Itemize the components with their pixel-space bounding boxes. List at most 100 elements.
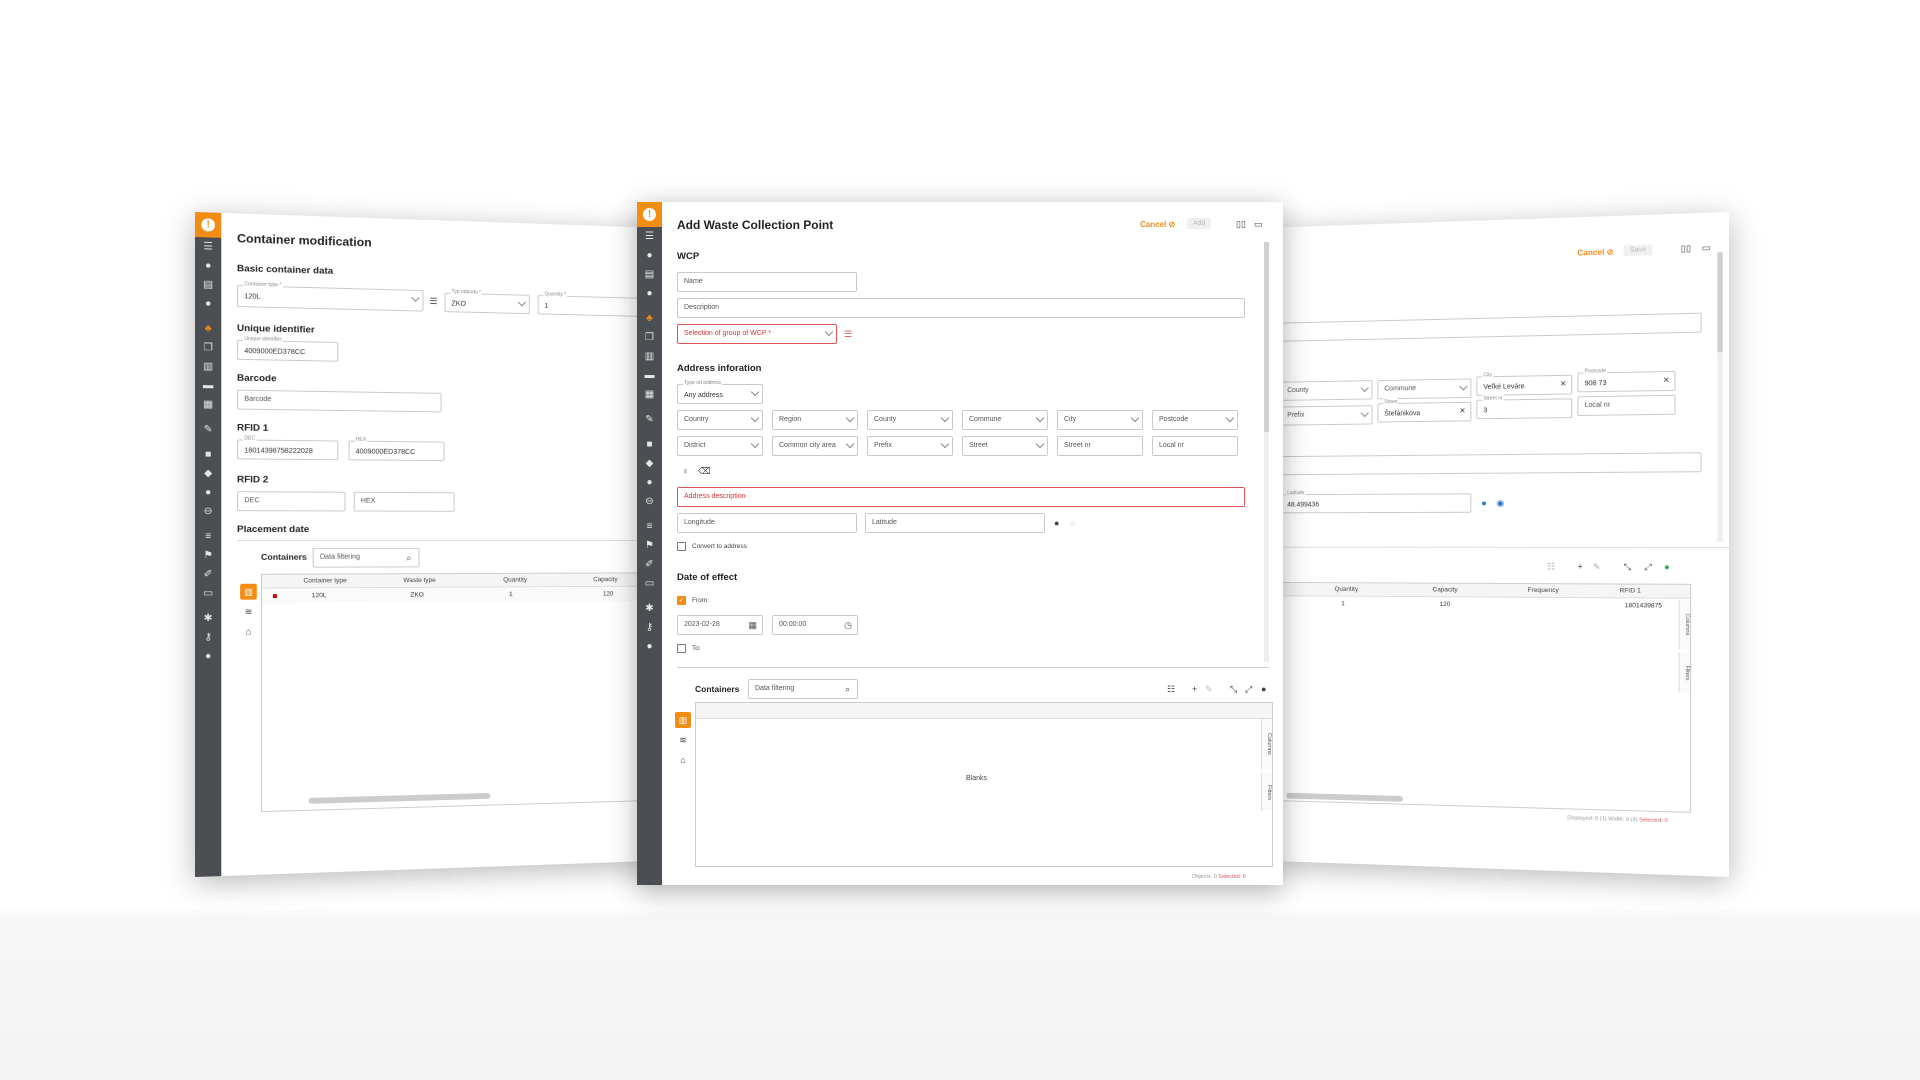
info-icon[interactable]: ● bbox=[1261, 684, 1266, 694]
bin-icon[interactable]: ▥ bbox=[195, 357, 221, 376]
prefix-select[interactable]: Prefix bbox=[867, 436, 953, 456]
list-view-icon[interactable]: ☷ bbox=[1167, 684, 1175, 694]
description-field[interactable]: Description bbox=[677, 298, 1245, 318]
archive-icon[interactable]: ▬ bbox=[637, 366, 662, 385]
sliders-icon[interactable]: ≡ bbox=[195, 527, 221, 546]
minus-circle-icon[interactable]: ⊖ bbox=[195, 502, 221, 521]
pin-icon[interactable]: ♀ bbox=[682, 466, 689, 476]
container-type-select[interactable]: Container type * 120L bbox=[236, 280, 424, 312]
horizontal-scrollbar[interactable] bbox=[308, 792, 491, 804]
flag-icon[interactable]: ⚑ bbox=[195, 546, 221, 565]
edit-icon[interactable]: ✎ bbox=[1593, 562, 1601, 572]
table-row[interactable]: 1 120 1801439875 bbox=[1281, 597, 1675, 613]
country-select[interactable]: Country bbox=[677, 410, 763, 430]
commune-select[interactable]: Commune bbox=[1377, 378, 1472, 400]
add-button[interactable]: Add bbox=[1187, 218, 1212, 229]
group-wcp-select[interactable]: Selection of group of WCP * bbox=[677, 324, 837, 344]
chat-icon[interactable]: ● bbox=[195, 483, 221, 502]
search-icon[interactable]: ⌕ bbox=[845, 684, 850, 694]
convert-checkbox[interactable] bbox=[677, 542, 686, 551]
magic-icon[interactable]: ✎ bbox=[195, 420, 221, 439]
copy-icon[interactable]: ❐ bbox=[637, 328, 662, 347]
eraser-icon[interactable]: ⌫ bbox=[698, 466, 711, 476]
id-card-icon[interactable]: ▭ bbox=[195, 584, 221, 603]
city-field[interactable]: City Veľké Leváre × bbox=[1476, 371, 1573, 396]
add-icon[interactable]: + bbox=[1192, 684, 1197, 694]
county-select[interactable]: County bbox=[867, 410, 953, 430]
clear-icon[interactable]: × bbox=[1560, 376, 1566, 394]
filters-tab[interactable]: Filters bbox=[1261, 773, 1272, 811]
window-icon[interactable]: ▭ bbox=[1702, 243, 1711, 253]
info-icon[interactable]: ● bbox=[637, 284, 662, 303]
clear-icon[interactable]: × bbox=[1460, 403, 1466, 421]
name-field[interactable]: Name bbox=[677, 272, 857, 292]
cancel-button[interactable]: Cancel ⊘ bbox=[1577, 248, 1613, 258]
address-description-field[interactable]: Address description bbox=[677, 487, 1245, 507]
copy-icon[interactable]: ❐ bbox=[195, 338, 221, 358]
unique-id-field[interactable]: Unique identifier 4009000ED378CC bbox=[236, 335, 339, 362]
list-menu-icon[interactable]: ☰ bbox=[844, 329, 852, 339]
column-header[interactable]: Capacity bbox=[593, 576, 617, 583]
columns-tab[interactable]: Columns bbox=[1678, 599, 1691, 650]
minus-circle-icon[interactable]: ⊖ bbox=[637, 492, 662, 511]
app-logo[interactable]: ! bbox=[637, 202, 662, 227]
list-icon[interactable]: ☰ bbox=[637, 227, 662, 246]
window-icon[interactable]: ▭ bbox=[1254, 219, 1263, 229]
calendar-icon[interactable]: ▦ bbox=[195, 395, 221, 414]
user-icon[interactable]: ● bbox=[195, 647, 221, 666]
archive-icon[interactable]: ▬ bbox=[195, 376, 221, 395]
containers-filter-input[interactable]: Data filtering bbox=[748, 679, 858, 699]
longitude-field[interactable]: Longitude bbox=[677, 513, 857, 533]
edit-icon[interactable]: ✎ bbox=[1205, 684, 1213, 694]
rfid2-dec-field[interactable]: DEC bbox=[236, 491, 346, 512]
key-icon[interactable]: ⚷ bbox=[637, 618, 662, 637]
waste-icon[interactable]: ♣ bbox=[195, 319, 221, 339]
tag-icon[interactable]: ◆ bbox=[195, 464, 221, 483]
latitude-field[interactable]: Latitude 48.499436 bbox=[1280, 489, 1472, 514]
sliders-icon[interactable]: ≡ bbox=[637, 517, 662, 536]
map-pin-icon[interactable]: ● bbox=[1481, 498, 1486, 508]
postcode-select[interactable]: Postcode bbox=[1152, 410, 1238, 430]
column-header[interactable]: RFID 1 bbox=[1620, 587, 1641, 594]
user-icon[interactable]: ● bbox=[637, 637, 662, 656]
tag-icon[interactable]: ◆ bbox=[637, 454, 662, 473]
locate-icon[interactable]: ◉ bbox=[1496, 498, 1504, 508]
camera-icon[interactable]: ■ bbox=[195, 445, 221, 464]
gear-icon[interactable]: ✱ bbox=[637, 599, 662, 618]
bin-tool-icon[interactable]: ▥ bbox=[240, 583, 257, 600]
column-header[interactable]: Capacity bbox=[1433, 587, 1458, 594]
map-icon[interactable]: ▯▯ bbox=[1236, 219, 1246, 229]
collapse-icon[interactable]: ⤡ bbox=[1624, 562, 1631, 572]
gear-icon[interactable]: ✱ bbox=[195, 609, 221, 628]
filters-tab[interactable]: Filters bbox=[1678, 652, 1691, 693]
rfid1-hex-field[interactable]: HEX 4009000ED378CC bbox=[348, 435, 445, 462]
latitude-field[interactable]: Latitude bbox=[865, 513, 1045, 533]
region-select[interactable]: Region bbox=[772, 410, 858, 430]
list-icon[interactable]: ☰ bbox=[195, 237, 221, 257]
bin-icon[interactable]: ▥ bbox=[637, 347, 662, 366]
document-icon[interactable]: ▤ bbox=[195, 275, 221, 295]
address-description-field[interactable] bbox=[1280, 452, 1702, 476]
local-nr-field[interactable]: Local nr bbox=[1577, 394, 1676, 416]
column-header[interactable]: Quantity bbox=[1335, 586, 1359, 593]
search-icon[interactable]: ⌕ bbox=[406, 553, 411, 563]
street-field[interactable]: Street Štefánikova × bbox=[1377, 398, 1472, 423]
clear-icon[interactable]: × bbox=[1663, 372, 1669, 390]
to-checkbox[interactable] bbox=[677, 644, 686, 653]
postcode-field[interactable]: Postcode 908 73 × bbox=[1577, 367, 1676, 393]
from-time-field[interactable]: 00:00:00 ◷ bbox=[772, 615, 858, 635]
containers-filter-input[interactable]: Data filtering bbox=[312, 547, 420, 568]
columns-tab[interactable]: Columns bbox=[1261, 719, 1272, 769]
database-icon[interactable]: ≋ bbox=[240, 604, 257, 620]
from-checkbox[interactable]: ✓ bbox=[677, 596, 686, 605]
form-scrollbar[interactable] bbox=[1717, 252, 1723, 542]
hammer-icon[interactable]: ✐ bbox=[195, 565, 221, 584]
column-header[interactable]: Quantity bbox=[503, 577, 527, 584]
id-card-icon[interactable]: ▭ bbox=[637, 574, 662, 593]
flag-icon[interactable]: ⚑ bbox=[637, 536, 662, 555]
camera-icon[interactable]: ■ bbox=[637, 435, 662, 454]
horizontal-scrollbar[interactable] bbox=[1286, 792, 1403, 802]
calendar-icon[interactable]: ▦ bbox=[748, 616, 757, 634]
globe-icon[interactable]: ● bbox=[195, 256, 221, 276]
prefix-select[interactable]: Prefix bbox=[1280, 405, 1373, 426]
